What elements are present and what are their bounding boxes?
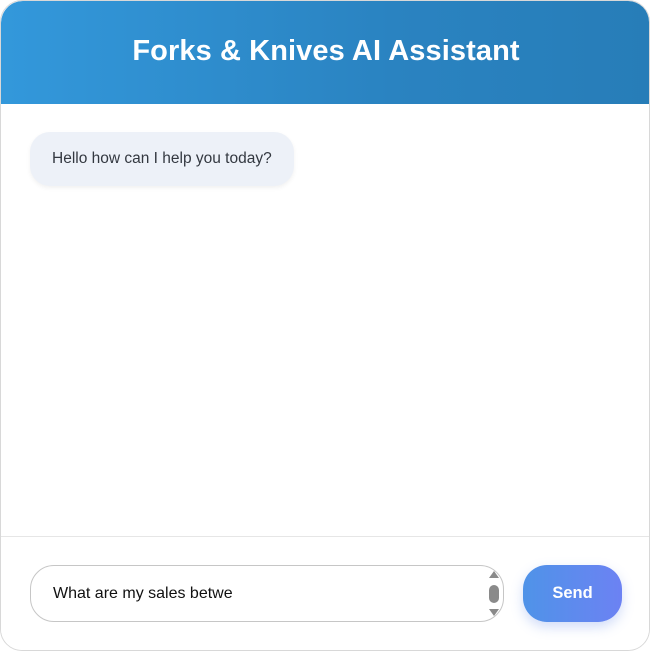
message-input[interactable]: What are my sales betwe bbox=[31, 566, 489, 621]
send-button[interactable]: Send bbox=[523, 565, 622, 622]
message-text: Hello how can I help you today? bbox=[52, 150, 272, 167]
input-bar: What are my sales betwe Send bbox=[1, 537, 649, 650]
scrollbar-thumb[interactable] bbox=[489, 585, 499, 603]
chat-header: Forks & Knives AI Assistant bbox=[1, 1, 649, 104]
input-scrollbar[interactable] bbox=[488, 569, 500, 618]
scroll-down-arrow-icon[interactable] bbox=[489, 609, 499, 616]
message-input-container[interactable]: What are my sales betwe bbox=[30, 565, 504, 622]
messages-area[interactable]: Hello how can I help you today? bbox=[1, 104, 649, 536]
assistant-message: Hello how can I help you today? bbox=[30, 132, 294, 186]
chat-title: Forks & Knives AI Assistant bbox=[132, 35, 520, 67]
scroll-up-arrow-icon[interactable] bbox=[489, 571, 499, 578]
chat-window: Forks & Knives AI Assistant Hello how ca… bbox=[0, 0, 650, 651]
